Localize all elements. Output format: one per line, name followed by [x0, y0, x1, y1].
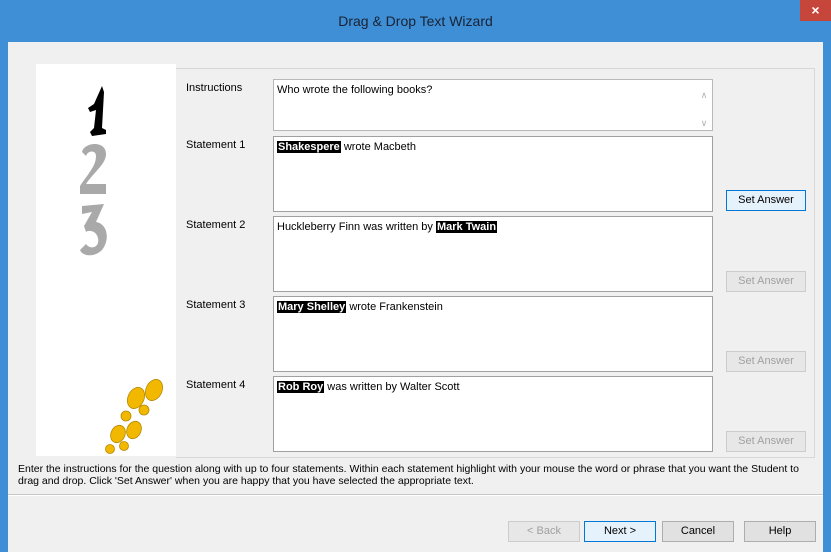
help-button[interactable]: Help: [744, 521, 816, 542]
scroll-up-icon[interactable]: ∧: [698, 88, 710, 102]
set-answer-4-button[interactable]: Set Answer: [726, 431, 806, 452]
number-two-icon: [80, 144, 106, 194]
statement-1-label: Statement 1: [186, 139, 246, 151]
set-answer-1-button[interactable]: Set Answer: [726, 190, 806, 211]
set-answer-2-button[interactable]: Set Answer: [726, 271, 806, 292]
statement-4-highlight: Rob Roy: [277, 381, 325, 393]
statement-2-highlight: Mark Twain: [435, 221, 498, 233]
statement-4-field[interactable]: Rob Roy was written by Walter Scott: [273, 376, 713, 452]
footprints-icon: [105, 379, 164, 454]
window-title: Drag & Drop Text Wizard: [338, 13, 493, 29]
statement-3-field[interactable]: Mary Shelley wrote Frankenstein: [273, 296, 713, 372]
wizard-client-area: Instructions Who wrote the following boo…: [8, 42, 823, 552]
statement-1-text-after: wrote Macbeth: [340, 141, 416, 153]
statement-2-label: Statement 2: [186, 219, 246, 231]
set-answer-3-button[interactable]: Set Answer: [726, 351, 806, 372]
back-button[interactable]: < Back: [508, 521, 580, 542]
close-button[interactable]: ×: [800, 0, 831, 21]
instructions-label: Instructions: [186, 82, 243, 94]
statement-4-text-after: was written by Walter Scott: [324, 381, 460, 393]
statement-3-label: Statement 3: [186, 299, 246, 311]
scrollbar[interactable]: ∧ ∨: [698, 82, 710, 128]
help-text: Enter the instructions for the question …: [18, 463, 799, 487]
number-one-icon: [88, 86, 106, 136]
instructions-field[interactable]: Who wrote the following books? ∧ ∨: [273, 79, 713, 131]
number-three-icon: [80, 204, 107, 256]
scroll-down-icon[interactable]: ∨: [698, 116, 710, 130]
next-button[interactable]: Next >: [584, 521, 656, 542]
steps-panel: [36, 64, 176, 456]
cancel-button[interactable]: Cancel: [662, 521, 734, 542]
statement-2-field[interactable]: Huckleberry Finn was written by Mark Twa…: [273, 216, 713, 292]
statement-1-field[interactable]: Shakespere wrote Macbeth: [273, 136, 713, 212]
statement-2-text-before: Huckleberry Finn was written by: [277, 221, 436, 233]
instructions-text: Who wrote the following books?: [277, 84, 433, 96]
statement-3-text-after: wrote Frankenstein: [346, 301, 443, 313]
title-bar[interactable]: Drag & Drop Text Wizard ×: [0, 0, 831, 42]
statement-4-label: Statement 4: [186, 379, 246, 391]
footer-divider: [8, 494, 823, 496]
statement-1-highlight: Shakespere: [277, 141, 341, 153]
statement-3-highlight: Mary Shelley: [277, 301, 347, 313]
